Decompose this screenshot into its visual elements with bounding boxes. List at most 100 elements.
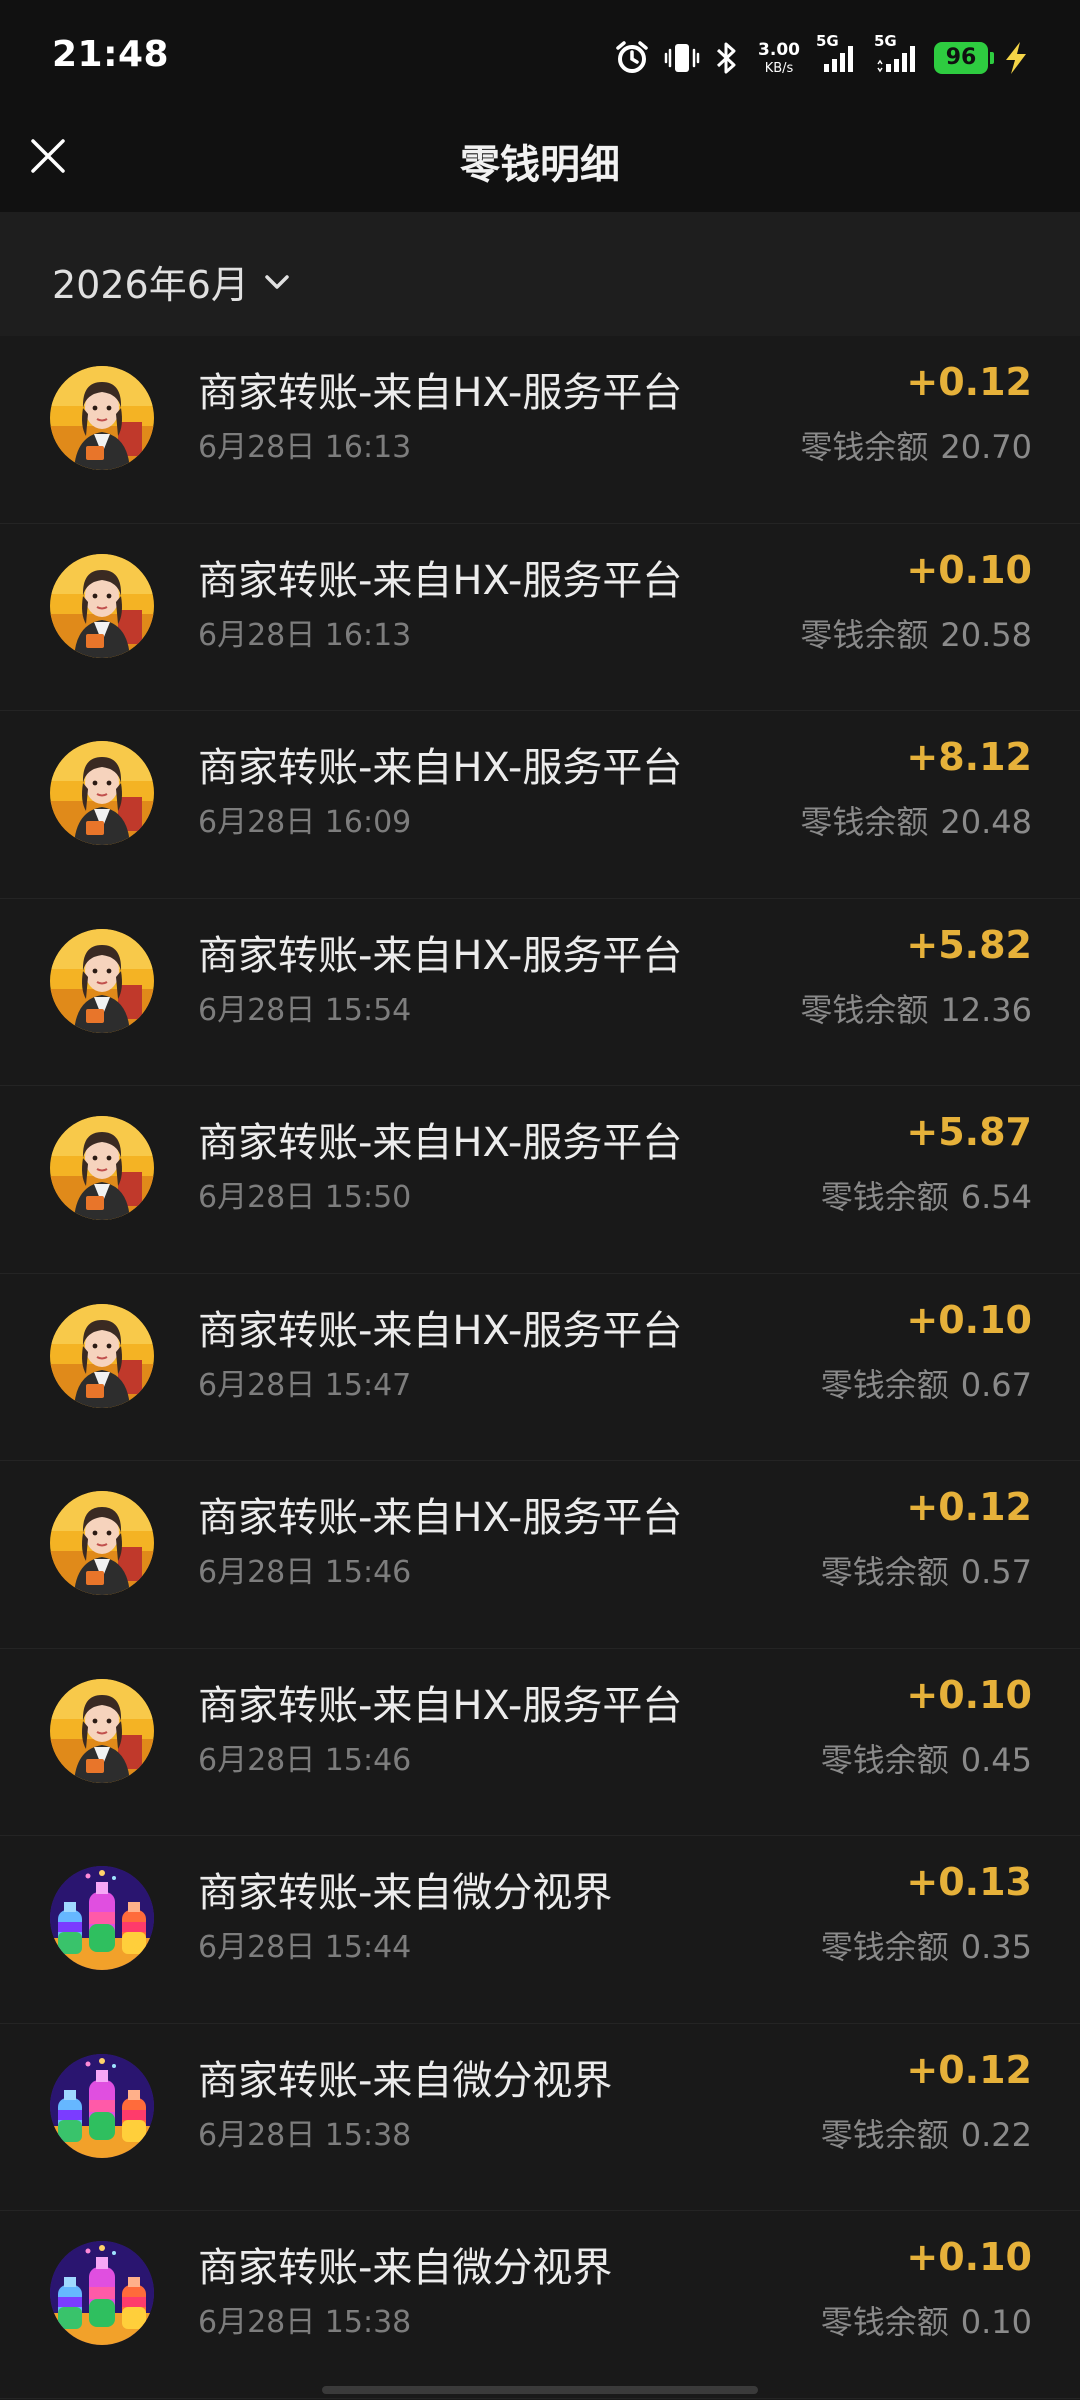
transaction-amount: +0.12 [906, 2047, 1032, 2092]
bluetooth-icon [714, 40, 740, 76]
sim1-label: 5G [816, 32, 839, 50]
balance-value: 20.70 [940, 428, 1032, 466]
screen: 21:48 3.00 KB/s 5G 5G 96 零钱明细 2026年6月 商家… [0, 0, 1080, 2400]
transaction-amount: +0.12 [906, 360, 1032, 404]
balance: 零钱余额 12.36 [800, 985, 1032, 1031]
transaction-amount: +0.10 [906, 547, 1032, 592]
transaction-title: 商家转账-来自微分视界 [198, 1870, 613, 1916]
transaction-row[interactable]: 商家转账-来自HX-服务平台 6月28日 15:54 +5.82 零钱余额 12.36 [0, 898, 1080, 1086]
balance: 零钱余额 20.70 [800, 422, 1032, 468]
transaction-row[interactable]: 商家转账-来自微分视界 6月28日 15:38 +0.10 零钱余额 0.10 [0, 2211, 1080, 2399]
transaction-title: 商家转账-来自HX-服务平台 [198, 932, 683, 979]
transaction-list: 商家转账-来自HX-服务平台 6月28日 16:13 +0.12 零钱余额 20.70 … [0, 336, 1080, 2399]
vibrate-icon [664, 40, 700, 76]
balance-value: 0.57 [960, 1553, 1032, 1591]
network-speed: 3.00 KB/s [758, 39, 800, 76]
signal-icon: 5G [816, 32, 862, 76]
merchant-avatar [50, 1866, 154, 1970]
balance-label: 零钱余额 [820, 1178, 949, 1216]
balance: 零钱余额 0.67 [821, 1360, 1032, 1406]
transaction-title: 商家转账-来自HX-服务平台 [198, 557, 683, 604]
balance-value: 0.35 [960, 1928, 1032, 1966]
balance-value: 0.10 [960, 2303, 1032, 2341]
transaction-time: 6月28日 15:54 [198, 992, 412, 1028]
transaction-time: 6月28日 16:13 [198, 617, 412, 653]
month-selector[interactable]: 2026年6月 [52, 254, 291, 309]
month-label: 2026年6月 [52, 263, 249, 307]
transaction-time: 6月28日 15:47 [198, 1367, 412, 1403]
merchant-avatar [50, 1116, 154, 1220]
transaction-amount: +0.12 [906, 1485, 1032, 1529]
transaction-title: 商家转账-来自HX-服务平台 [198, 1120, 683, 1166]
transaction-amount: +0.10 [906, 1297, 1032, 1342]
merchant-avatar [50, 928, 154, 1033]
status-icons: 3.00 KB/s 5G 5G 96 [614, 32, 1030, 80]
balance: 零钱余额 0.45 [821, 1735, 1032, 1781]
transaction-row[interactable]: 商家转账-来自HX-服务平台 6月28日 15:50 +5.87 零钱余额 6.54 [0, 1086, 1080, 1274]
transaction-row[interactable]: 商家转账-来自微分视界 6月28日 15:38 +0.12 零钱余额 0.22 [0, 2023, 1080, 2211]
balance-label: 零钱余额 [820, 2303, 949, 2341]
transaction-row[interactable]: 商家转账-来自HX-服务平台 6月28日 15:47 +0.10 零钱余额 0.67 [0, 1273, 1080, 1461]
transaction-time: 6月28日 15:44 [198, 1930, 412, 1965]
balance-value: 20.48 [940, 803, 1032, 841]
balance-label: 零钱余额 [800, 990, 929, 1029]
transaction-amount: +0.10 [906, 1672, 1032, 1717]
balance-label: 零钱余额 [800, 615, 929, 654]
merchant-avatar [50, 366, 154, 470]
home-indicator[interactable] [322, 2386, 758, 2394]
transaction-title: 商家转账-来自HX-服务平台 [198, 1307, 683, 1354]
transaction-time: 6月28日 16:13 [198, 430, 412, 465]
balance: 零钱余额 0.35 [821, 1922, 1032, 1968]
battery-icon: 96 [934, 42, 994, 74]
transaction-title: 商家转账-来自HX-服务平台 [198, 1682, 683, 1729]
balance: 零钱余额 0.22 [821, 2110, 1032, 2156]
balance-value: 20.58 [940, 615, 1032, 654]
transaction-time: 6月28日 15:46 [198, 1742, 412, 1778]
merchant-avatar [50, 2053, 154, 2158]
transaction-amount: +5.82 [906, 922, 1032, 967]
transaction-row[interactable]: 商家转账-来自HX-服务平台 6月28日 15:46 +0.10 零钱余额 0.45 [0, 1648, 1080, 1836]
charging-icon [1002, 40, 1030, 76]
transaction-row[interactable]: 商家转账-来自HX-服务平台 6月28日 16:09 +8.12 零钱余额 20.48 [0, 711, 1080, 899]
chevron-down-icon [265, 274, 289, 289]
balance-label: 零钱余额 [820, 1365, 949, 1404]
header: 零钱明细 [0, 110, 1080, 212]
status-time: 21:48 [52, 34, 170, 75]
balance: 零钱余额 0.57 [821, 1547, 1032, 1593]
transaction-row[interactable]: 商家转账-来自HX-服务平台 6月28日 15:46 +0.12 零钱余额 0.57 [0, 1461, 1080, 1649]
net-speed-value: 3.00 [758, 39, 800, 60]
page-title: 零钱明细 [460, 142, 620, 188]
signal-icon: 5G [874, 32, 920, 76]
balance-label: 零钱余额 [820, 1928, 949, 1966]
balance-value: 0.22 [960, 2115, 1032, 2154]
net-speed-unit: KB/s [764, 60, 794, 76]
transaction-row[interactable]: 商家转账-来自微分视界 6月28日 15:44 +0.13 零钱余额 0.35 [0, 1836, 1080, 2024]
transaction-amount: +8.12 [906, 735, 1032, 779]
transaction-amount: +0.13 [906, 1860, 1032, 1904]
transaction-time: 6月28日 15:50 [198, 1180, 412, 1215]
transaction-amount: +0.10 [906, 2235, 1032, 2279]
balance: 零钱余额 20.58 [800, 610, 1032, 656]
transaction-time: 6月28日 16:09 [198, 805, 412, 840]
merchant-avatar [50, 1303, 154, 1408]
balance: 零钱余额 20.48 [800, 797, 1032, 843]
transaction-amount: +5.87 [906, 1110, 1032, 1154]
merchant-avatar [50, 2241, 154, 2345]
transaction-title: 商家转账-来自HX-服务平台 [198, 1495, 683, 1541]
transaction-title: 商家转账-来自微分视界 [198, 2057, 613, 2104]
sim2-label: 5G [874, 32, 897, 50]
status-bar: 21:48 3.00 KB/s 5G 5G 96 [0, 0, 1080, 110]
transaction-row[interactable]: 商家转账-来自HX-服务平台 6月28日 16:13 +0.10 零钱余额 20.58 [0, 523, 1080, 711]
balance: 零钱余额 0.10 [821, 2297, 1032, 2343]
transaction-row[interactable]: 商家转账-来自HX-服务平台 6月28日 16:13 +0.12 零钱余额 20.70 [0, 336, 1080, 524]
balance-value: 12.36 [940, 990, 1032, 1029]
transaction-time: 6月28日 15:38 [198, 2305, 412, 2340]
balance-value: 6.54 [960, 1178, 1032, 1216]
balance-label: 零钱余额 [800, 803, 929, 841]
transaction-title: 商家转账-来自微分视界 [198, 2245, 613, 2291]
balance-label: 零钱余额 [820, 1553, 949, 1591]
alarm-icon [614, 40, 650, 76]
balance: 零钱余额 6.54 [821, 1172, 1032, 1218]
balance-label: 零钱余额 [820, 1740, 949, 1779]
transaction-time: 6月28日 15:38 [198, 2117, 412, 2153]
